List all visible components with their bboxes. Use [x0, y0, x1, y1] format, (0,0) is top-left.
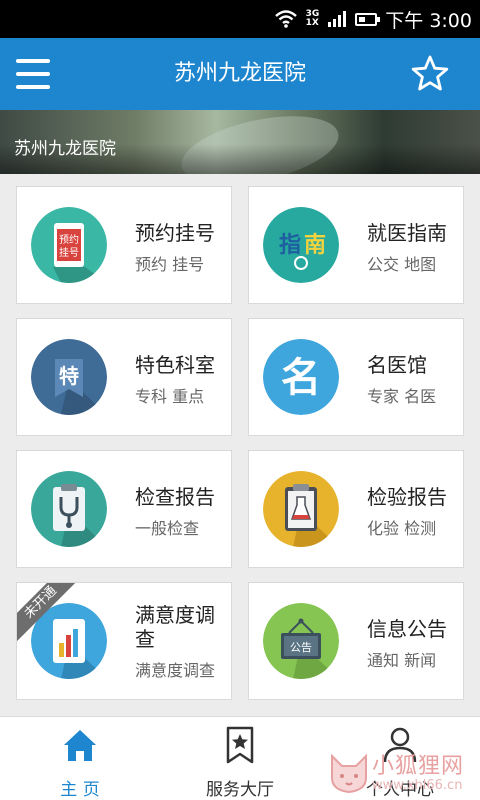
bottom-navigation: 主 页 服务大厅 个人中心	[0, 716, 480, 800]
guide-compass-icon: 指 南	[263, 207, 339, 283]
card-famous-doctor[interactable]: 名 名医馆 专家 名医	[248, 318, 464, 436]
card-special-department[interactable]: 特 特色科室 专科 重点	[16, 318, 232, 436]
network-sub-type: 1X	[305, 18, 319, 28]
wifi-icon	[274, 10, 297, 28]
card-subtitle: 满意度调查	[135, 661, 216, 680]
nav-personal-center[interactable]: 个人中心	[320, 717, 480, 800]
hospital-banner[interactable]: 苏州九龙医院	[0, 110, 480, 174]
signal-icon	[328, 11, 347, 27]
card-satisfaction-survey[interactable]: 未开通 满意度调查 满意度调查	[16, 582, 232, 700]
nav-service-hall-label: 服务大厅	[206, 780, 274, 800]
svg-text:名: 名	[281, 354, 321, 401]
service-bookmark-icon	[226, 726, 254, 764]
lab-flask-report-icon	[263, 471, 339, 547]
card-title: 就医指南	[367, 221, 447, 245]
card-notice[interactable]: 公告 信息公告 通知 新闻	[248, 582, 464, 700]
card-subtitle: 化验 检测	[367, 519, 437, 538]
star-outline-icon[interactable]	[410, 54, 450, 94]
svg-text:特: 特	[59, 364, 79, 388]
card-title: 信息公告	[367, 617, 447, 641]
svg-text:挂号: 挂号	[59, 246, 79, 259]
person-icon	[383, 727, 417, 763]
card-title: 预约挂号	[135, 221, 215, 245]
card-subtitle: 专科 重点	[135, 387, 205, 406]
card-title: 名医馆	[367, 353, 427, 377]
status-bar: 3G 1X 下午 3:00	[0, 0, 480, 38]
card-subtitle: 一般检查	[135, 519, 200, 538]
svg-text:预约: 预约	[59, 233, 79, 246]
battery-icon	[355, 12, 381, 26]
nav-home[interactable]: 主 页	[0, 717, 160, 800]
svg-text:指: 指	[279, 233, 301, 258]
status-time: 下午 3:00	[385, 9, 472, 32]
nav-service-hall[interactable]: 服务大厅	[160, 717, 320, 800]
svg-text:公告: 公告	[290, 641, 312, 654]
network-indicator: 3G 1X	[306, 10, 320, 28]
card-lab-report[interactable]: 检验报告 化验 检测	[248, 450, 464, 568]
home-icon	[64, 730, 96, 761]
card-title: 检验报告	[367, 485, 447, 509]
nav-personal-center-label: 个人中心	[366, 780, 434, 800]
card-title: 检查报告	[135, 485, 215, 509]
hamburger-menu-icon[interactable]	[16, 59, 50, 89]
app-header: 苏州九龙医院	[0, 38, 480, 110]
page-title: 苏州九龙医院	[173, 61, 306, 86]
banner-title: 苏州九龙医院	[14, 139, 116, 159]
stethoscope-report-icon	[31, 471, 107, 547]
famous-doctor-icon: 名	[263, 339, 339, 415]
card-subtitle: 公交 地图	[367, 255, 437, 274]
special-department-icon: 特	[31, 339, 107, 415]
card-guide[interactable]: 指 南 就医指南 公交 地图	[248, 186, 464, 304]
tablet-register-icon: 预约 挂号	[31, 207, 107, 283]
card-subtitle: 专家 名医	[367, 387, 437, 406]
card-subtitle: 通知 新闻	[367, 651, 437, 670]
card-exam-report[interactable]: 检查报告 一般检查	[16, 450, 232, 568]
card-appointment[interactable]: 预约 挂号 预约挂号 预约 挂号	[16, 186, 232, 304]
card-title: 满意度调查	[135, 603, 215, 651]
notice-board-icon: 公告	[263, 603, 339, 679]
card-title: 特色科室	[135, 353, 215, 377]
nav-home-label: 主 页	[60, 780, 100, 800]
svg-text:南: 南	[304, 233, 326, 258]
card-subtitle: 预约 挂号	[135, 255, 205, 274]
